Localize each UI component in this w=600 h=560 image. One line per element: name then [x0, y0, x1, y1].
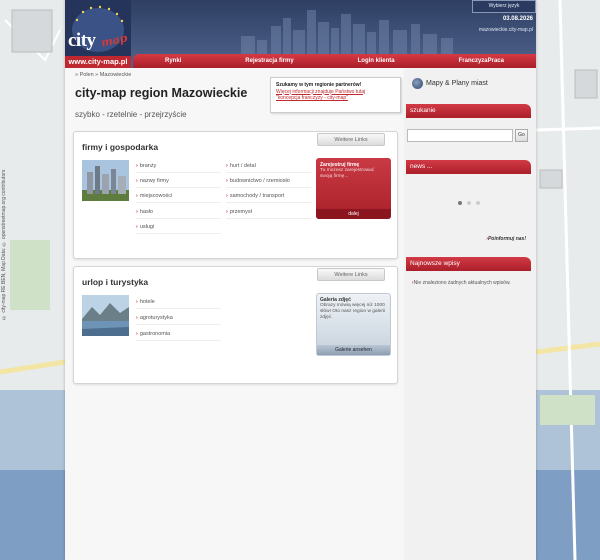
- nav-item-franczyza[interactable]: FranczyzaPraca: [459, 58, 504, 64]
- category-link[interactable]: budownictwo / rzemiosło: [226, 178, 311, 188]
- category-link[interactable]: hurt / detal: [226, 163, 311, 173]
- more-links-button[interactable]: Weitere Links: [317, 133, 385, 146]
- carousel-dot[interactable]: [476, 201, 480, 205]
- language-select-button[interactable]: Wybierz język: [472, 0, 536, 13]
- latest-entries-heading: Najnowsze wpisy: [406, 257, 531, 271]
- page-title: city-map region Mazowieckie: [75, 86, 248, 100]
- promo-next-button[interactable]: dalej: [316, 209, 391, 219]
- register-company-promo: Zarejestruj firmę Tu możesz zarejestrowa…: [316, 158, 391, 219]
- nav-item-rynki[interactable]: Rynki: [165, 58, 181, 64]
- news-carousel-dots: [458, 201, 480, 205]
- category-link[interactable]: nazwy firmy: [136, 178, 221, 188]
- category-link[interactable]: agroturystyka: [136, 315, 221, 325]
- franchise-concept-link[interactable]: "koncepcja franczyzy - city-map": [276, 95, 395, 102]
- inform-us-link[interactable]: Poinformuj nas!: [486, 236, 526, 242]
- category-link[interactable]: przemysł: [226, 209, 311, 219]
- no-entries-text: Nie znaleziono żadnych aktualnych wpisów…: [412, 280, 511, 286]
- category-link[interactable]: samochody / transport: [226, 193, 311, 203]
- page-tagline: szybko - rzetelnie - przejrzyście: [75, 110, 187, 119]
- sidebar: Mapy & Plany miast szukanie Go news ... …: [404, 68, 536, 560]
- carousel-dot[interactable]: [458, 201, 462, 205]
- news-heading: news ...: [406, 160, 531, 174]
- header-site-name: mazowieckie.city-map.pl: [478, 27, 533, 33]
- category-link[interactable]: usługi: [136, 224, 221, 234]
- category-link[interactable]: miejscowości: [136, 193, 221, 203]
- photo-gallery-promo: Galeria zdjęć Obrazy mówią więcej niż 10…: [316, 293, 391, 356]
- lake-landscape-photo: [82, 295, 129, 336]
- view-gallery-button[interactable]: Galerie ansehen: [317, 345, 390, 355]
- promo-text: Tu możesz zarejestrować swoją firmę...: [320, 168, 375, 179]
- logo-url[interactable]: www.city-map.pl: [65, 56, 131, 68]
- page-container: city map www.city-map.pl Wybierz język 0…: [65, 0, 536, 560]
- search-heading: szukanie: [406, 104, 531, 118]
- panel-tourism-title: urlop i turystyka: [82, 277, 149, 287]
- search-input[interactable]: [407, 129, 513, 142]
- panel-tourism: Weitere Links urlop i turystyka hotele a…: [73, 266, 398, 384]
- more-links-button[interactable]: Weitere Links: [317, 268, 385, 281]
- category-link[interactable]: hasło: [136, 209, 221, 219]
- category-link[interactable]: hotele: [136, 299, 221, 309]
- breadcrumb[interactable]: » Polen » Mazowieckie: [75, 72, 131, 78]
- panel-business-title: firmy i gospodarka: [82, 142, 159, 152]
- gallery-text: Obrazy mówią więcej niż 1000 słów! Oto n…: [320, 303, 386, 320]
- logo-city-text: city: [68, 30, 96, 51]
- map-copyright: © city-map RE BEN, Map Data: © openstree…: [1, 169, 7, 320]
- carousel-dot[interactable]: [467, 201, 471, 205]
- partner-info-box: Szukamy w tym regionie partnerów! Więcej…: [270, 77, 401, 113]
- main-nav: Rynki Rejestracja firmy Login klienta Fr…: [133, 54, 536, 68]
- category-link[interactable]: branży: [136, 163, 221, 173]
- search-go-button[interactable]: Go: [515, 129, 528, 142]
- category-link[interactable]: gastronomia: [136, 331, 221, 341]
- nav-item-login[interactable]: Login klienta: [358, 58, 395, 64]
- maps-plans-link[interactable]: Mapy & Plany miast: [426, 80, 488, 87]
- maps-logo-icon: [412, 78, 423, 89]
- skyline-banner: [241, 10, 453, 54]
- city-skyline-photo: [82, 160, 129, 201]
- header: city map www.city-map.pl Wybierz język 0…: [65, 0, 536, 68]
- site-logo[interactable]: city map www.city-map.pl: [65, 0, 131, 68]
- header-date: 03.08.2026: [502, 16, 533, 22]
- panel-business: Weitere Links firmy i gospodarka branży …: [73, 131, 398, 259]
- nav-item-rejestracja[interactable]: Rejestracja firmy: [245, 58, 293, 64]
